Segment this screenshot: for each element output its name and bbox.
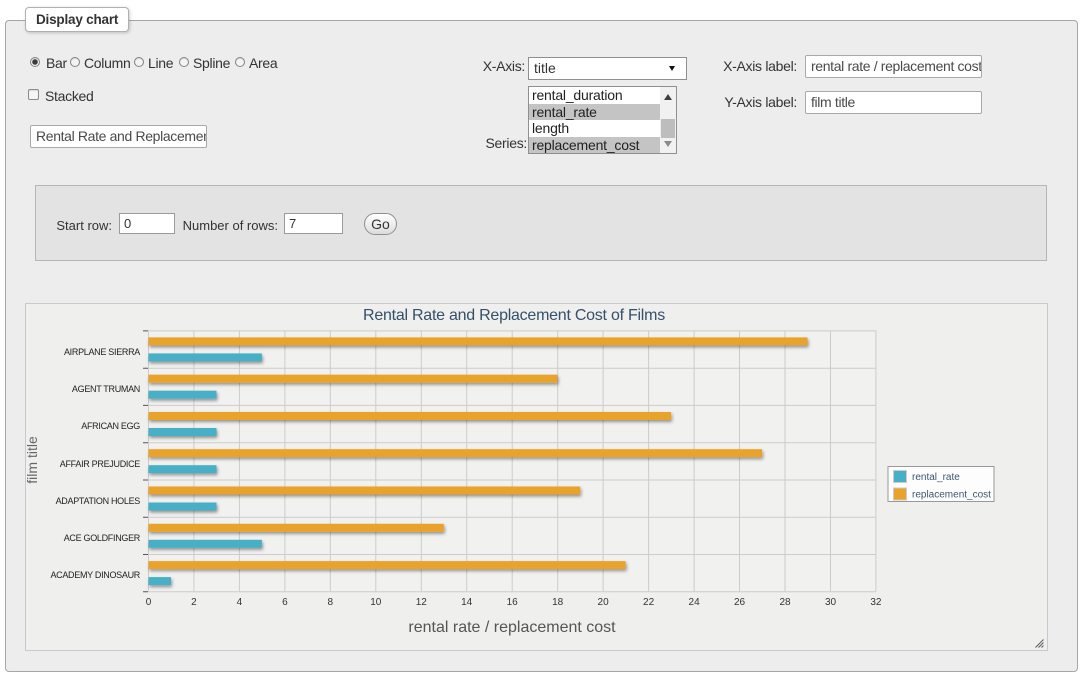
svg-text:30: 30: [825, 597, 837, 608]
svg-text:20: 20: [598, 597, 610, 608]
svg-text:AFRICAN EGG: AFRICAN EGG: [81, 421, 140, 431]
svg-text:AIRPLANE SIERRA: AIRPLANE SIERRA: [64, 347, 140, 357]
svg-text:film title: film title: [26, 436, 40, 484]
svg-text:8: 8: [328, 597, 334, 608]
svg-text:AGENT TRUMAN: AGENT TRUMAN: [72, 384, 140, 394]
svg-text:26: 26: [734, 597, 746, 608]
svg-text:0: 0: [146, 597, 152, 608]
svg-text:14: 14: [461, 597, 473, 608]
svg-text:18: 18: [552, 597, 564, 608]
svg-text:24: 24: [689, 597, 701, 608]
svg-text:ACE GOLDFINGER: ACE GOLDFINGER: [64, 533, 141, 543]
svg-text:32: 32: [870, 597, 882, 608]
svg-text:28: 28: [779, 597, 791, 608]
svg-text:replacement_cost: replacement_cost: [912, 490, 991, 501]
svg-text:2: 2: [191, 597, 197, 608]
svg-text:AFFAIR PREJUDICE: AFFAIR PREJUDICE: [60, 459, 141, 469]
svg-text:ADAPTATION HOLES: ADAPTATION HOLES: [56, 496, 141, 506]
svg-text:rental rate / replacement cost: rental rate / replacement cost: [408, 619, 616, 636]
svg-text:12: 12: [416, 597, 428, 608]
svg-text:16: 16: [507, 597, 519, 608]
svg-text:22: 22: [643, 597, 655, 608]
svg-text:4: 4: [237, 597, 243, 608]
svg-text:ACADEMY DINOSAUR: ACADEMY DINOSAUR: [50, 570, 140, 580]
svg-text:Rental Rate and Replacement Co: Rental Rate and Replacement Cost of Film…: [363, 307, 665, 324]
svg-text:10: 10: [370, 597, 382, 608]
svg-text:rental_rate: rental_rate: [912, 472, 960, 483]
svg-text:6: 6: [282, 597, 288, 608]
